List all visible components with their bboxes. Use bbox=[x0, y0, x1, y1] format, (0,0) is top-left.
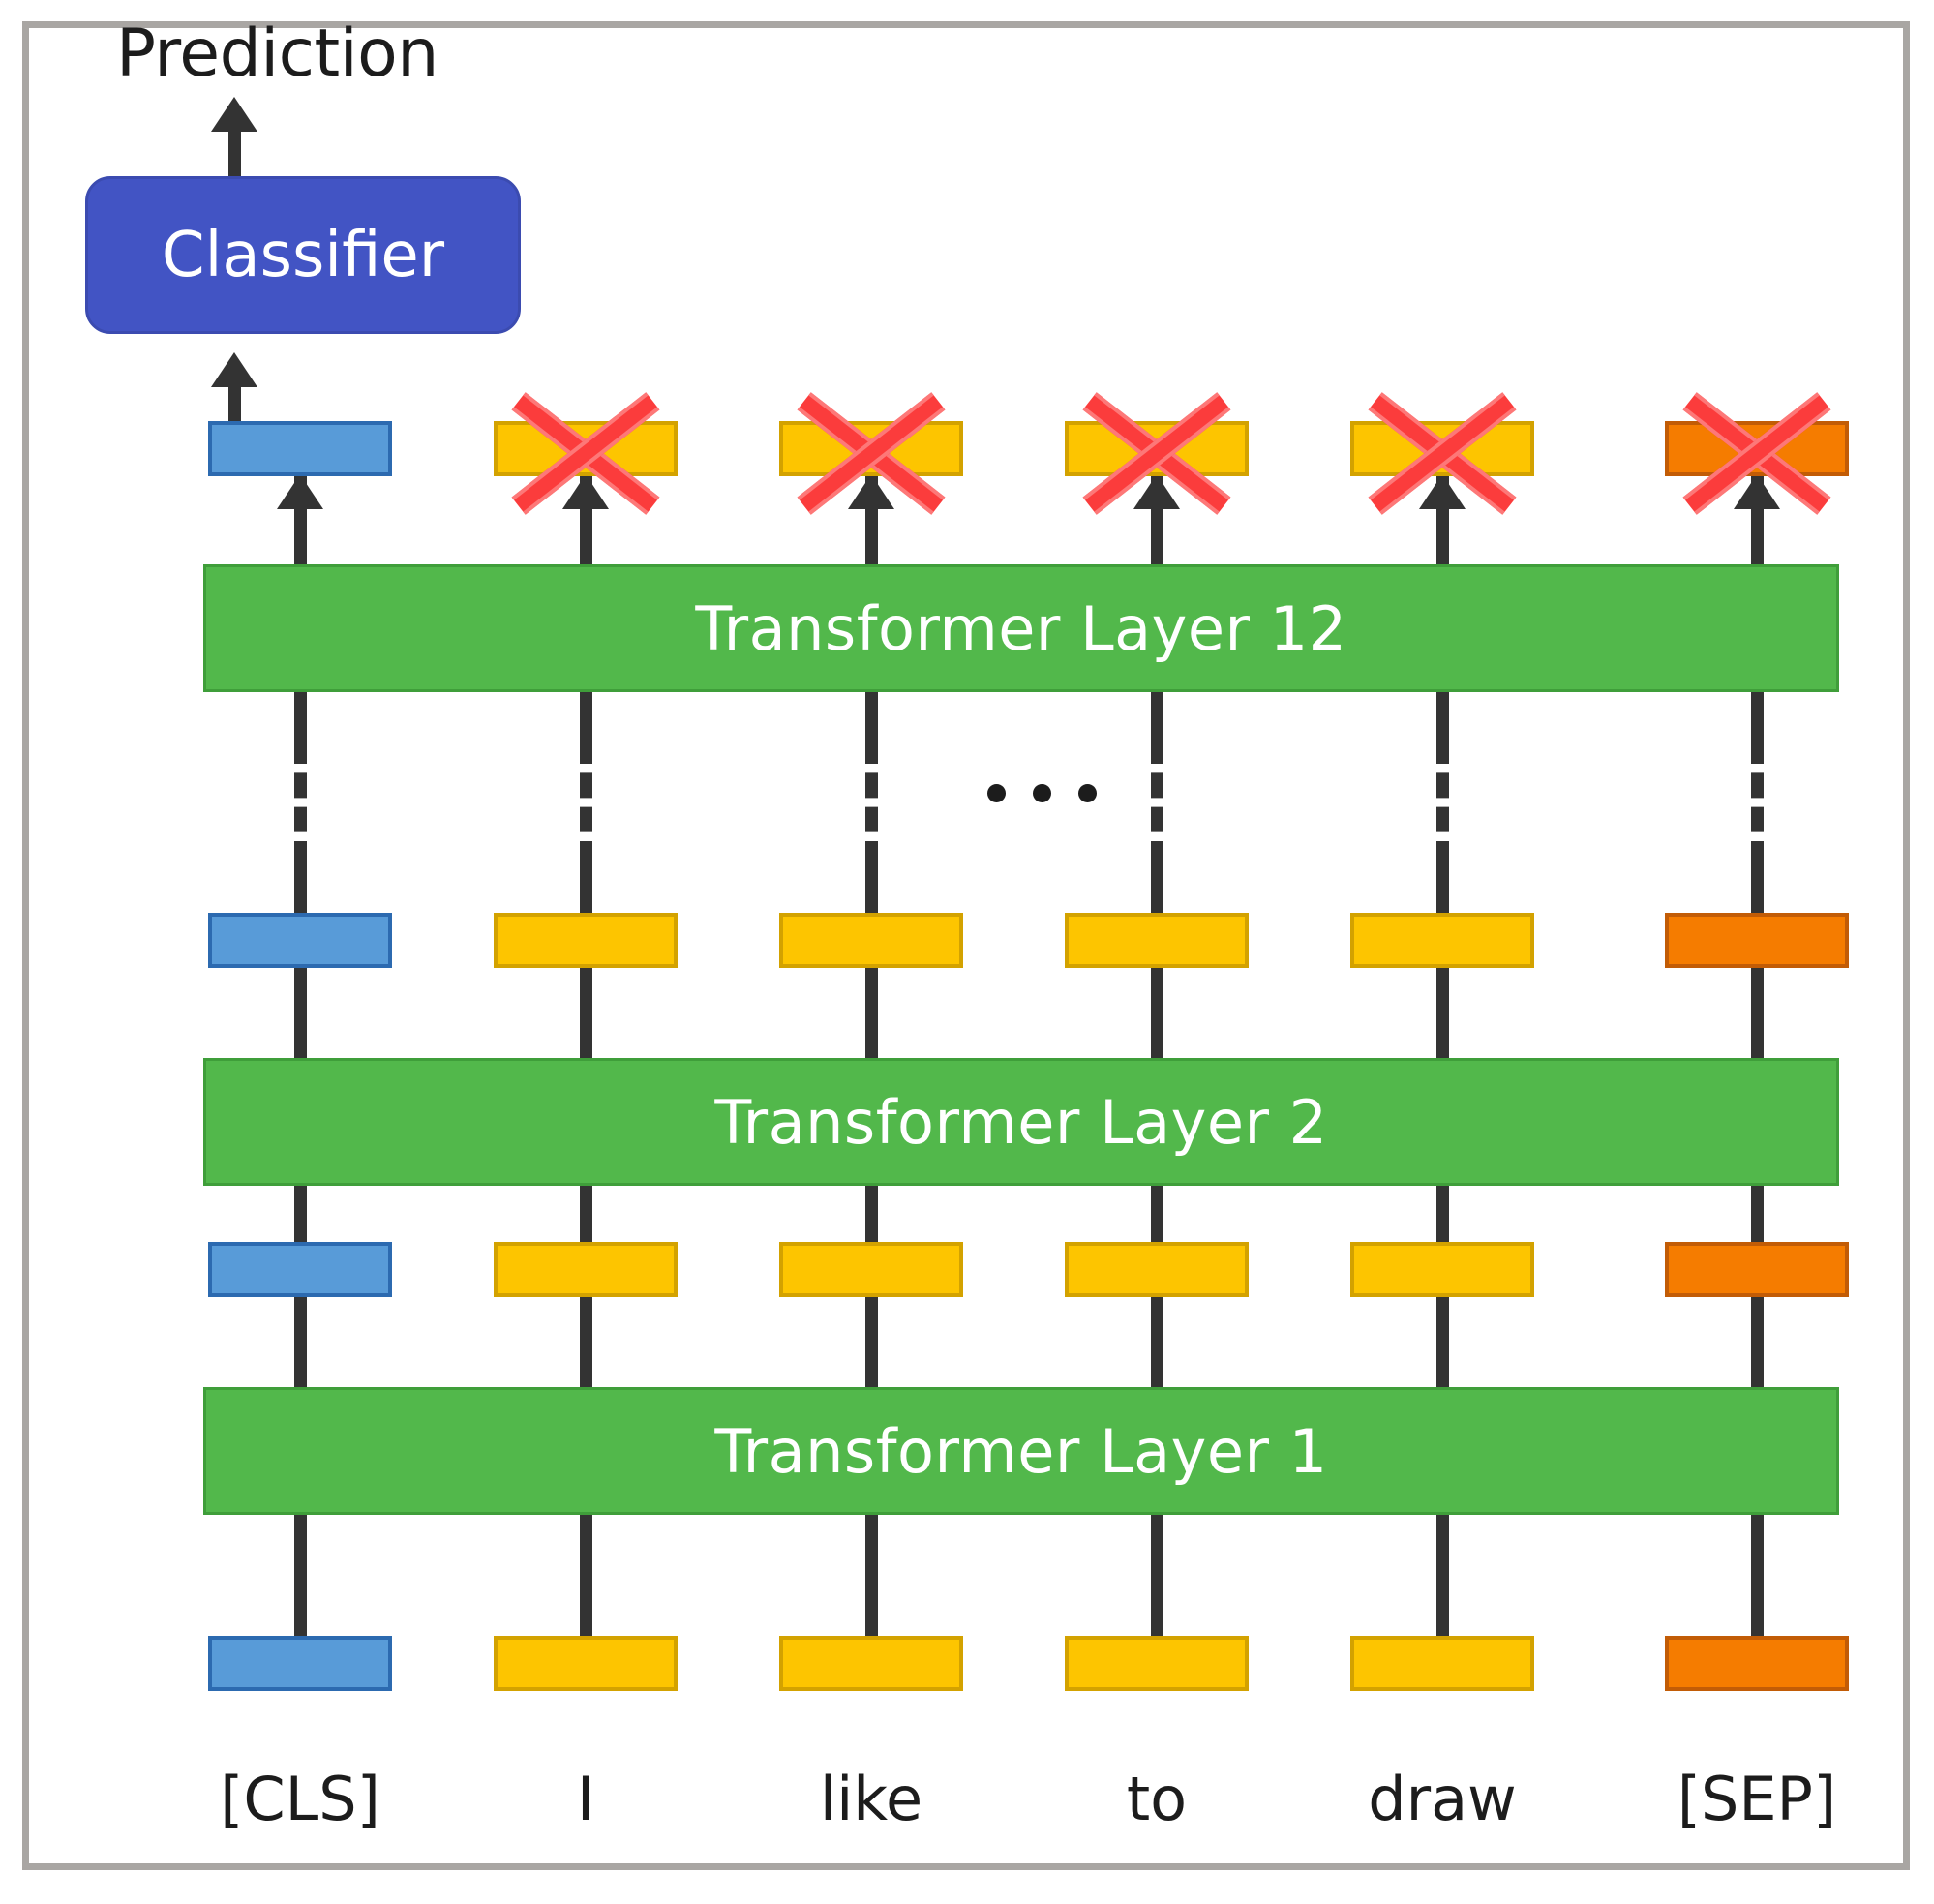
layer12-output-arrow-head-sep bbox=[1734, 474, 1780, 509]
token-hidden-l2-box-to[interactable] bbox=[1065, 913, 1249, 968]
connector-layer12-solid-stub-like bbox=[865, 692, 878, 739]
connector-row-low-to-layer1-cls bbox=[294, 1297, 307, 1387]
token-embedding-box-sep[interactable] bbox=[1665, 1636, 1849, 1691]
token-hidden-l1-box-draw[interactable] bbox=[1350, 1242, 1534, 1297]
figure-canvas: Prediction Classifier [CLS] Ilike to draw [S… bbox=[0, 0, 1934, 1904]
transformer-layer-12-label: Transformer Layer 12 bbox=[695, 592, 1347, 664]
layer12-output-arrow-head-like bbox=[848, 474, 894, 509]
transformer-layer-1-label: Transformer Layer 1 bbox=[714, 1415, 1328, 1487]
connector-row-mid-solid-stub-cls bbox=[294, 866, 307, 913]
prediction-arrow-head bbox=[211, 97, 257, 132]
connector-layer1-to-embedding-i bbox=[580, 1515, 592, 1636]
token-embedding-box-like[interactable] bbox=[779, 1636, 963, 1691]
connector-row-low-to-layer1-to bbox=[1151, 1297, 1163, 1387]
connector-row-mid-solid-stub-sep bbox=[1751, 866, 1764, 913]
prediction-arrow-shaft bbox=[228, 128, 241, 180]
connector-row-mid-to-layer2-cls bbox=[294, 968, 307, 1058]
connector-layer1-to-embedding-like bbox=[865, 1515, 878, 1636]
connector-row-mid-to-layer2-draw bbox=[1436, 968, 1449, 1058]
token-hidden-l1-box-i[interactable] bbox=[494, 1242, 678, 1297]
connector-row-mid-to-layer2-i bbox=[580, 968, 592, 1058]
connector-dashed-layers-i bbox=[580, 739, 592, 866]
vertical-ellipsis bbox=[987, 784, 1097, 802]
connector-row-mid-solid-stub-draw bbox=[1436, 866, 1449, 913]
connector-row-mid-solid-stub-i bbox=[580, 866, 592, 913]
transformer-layer-2-label: Transformer Layer 2 bbox=[714, 1086, 1328, 1158]
token-label-draw: draw bbox=[1368, 1764, 1517, 1834]
connector-row-mid-to-layer2-like bbox=[865, 968, 878, 1058]
connector-layer12-solid-stub-draw bbox=[1436, 692, 1449, 739]
connector-layer12-solid-stub-to bbox=[1151, 692, 1163, 739]
token-label-i: I bbox=[576, 1764, 595, 1834]
ellipsis-dot bbox=[987, 784, 1006, 802]
classifier-input-arrow-head bbox=[211, 352, 257, 387]
connector-dashed-layers-to bbox=[1151, 739, 1163, 866]
token-output-box-sep[interactable] bbox=[1665, 421, 1849, 476]
token-embedding-box-cls[interactable] bbox=[208, 1636, 392, 1691]
transformer-layer-2[interactable]: Transformer Layer 2 bbox=[203, 1058, 1839, 1186]
token-hidden-l2-box-sep[interactable] bbox=[1665, 913, 1849, 968]
token-hidden-l1-box-like[interactable] bbox=[779, 1242, 963, 1297]
transformer-layer-12[interactable]: Transformer Layer 12 bbox=[203, 564, 1839, 692]
connector-layer1-to-embedding-sep bbox=[1751, 1515, 1764, 1636]
connector-row-mid-to-layer2-sep bbox=[1751, 968, 1764, 1058]
token-label-sep: [SEP] bbox=[1677, 1764, 1837, 1834]
connector-row-low-to-layer1-draw bbox=[1436, 1297, 1449, 1387]
connector-row-low-to-layer1-i bbox=[580, 1297, 592, 1387]
token-hidden-l1-box-to[interactable] bbox=[1065, 1242, 1249, 1297]
connector-layer12-solid-stub-i bbox=[580, 692, 592, 739]
connector-layer2-to-row-low-like bbox=[865, 1186, 878, 1242]
token-embedding-box-draw[interactable] bbox=[1350, 1636, 1534, 1691]
connector-layer2-to-row-low-cls bbox=[294, 1186, 307, 1242]
token-hidden-l2-box-like[interactable] bbox=[779, 913, 963, 968]
ellipsis-dot bbox=[1033, 784, 1051, 802]
connector-row-low-to-layer1-like bbox=[865, 1297, 878, 1387]
token-output-box-cls[interactable] bbox=[208, 421, 392, 476]
token-label-to: to bbox=[1126, 1764, 1188, 1834]
connector-layer1-to-embedding-draw bbox=[1436, 1515, 1449, 1636]
token-embedding-box-to[interactable] bbox=[1065, 1636, 1249, 1691]
layer12-output-arrow-head-cls bbox=[277, 474, 323, 509]
layer12-output-arrow-head-i bbox=[562, 474, 609, 509]
connector-dashed-layers-like bbox=[865, 739, 878, 866]
layer12-output-arrow-head-draw bbox=[1419, 474, 1466, 509]
ellipsis-dot bbox=[1078, 784, 1097, 802]
token-embedding-box-i[interactable] bbox=[494, 1636, 678, 1691]
connector-layer2-to-row-low-sep bbox=[1751, 1186, 1764, 1242]
connector-layer12-solid-stub-cls bbox=[294, 692, 307, 739]
connector-layer12-solid-stub-sep bbox=[1751, 692, 1764, 739]
connector-layer2-to-row-low-to bbox=[1151, 1186, 1163, 1242]
connector-row-low-to-layer1-sep bbox=[1751, 1297, 1764, 1387]
connector-row-mid-to-layer2-to bbox=[1151, 968, 1163, 1058]
connector-layer1-to-embedding-cls bbox=[294, 1515, 307, 1636]
classifier-block[interactable]: Classifier bbox=[85, 176, 521, 334]
token-output-box-draw[interactable] bbox=[1350, 421, 1534, 476]
connector-dashed-layers-cls bbox=[294, 739, 307, 866]
token-label-like: like bbox=[819, 1764, 923, 1834]
token-hidden-l1-box-cls[interactable] bbox=[208, 1242, 392, 1297]
token-hidden-l2-box-i[interactable] bbox=[494, 913, 678, 968]
layer12-output-arrow-head-to bbox=[1133, 474, 1180, 509]
classifier-label: Classifier bbox=[161, 219, 445, 291]
connector-dashed-layers-draw bbox=[1436, 739, 1449, 866]
token-label-cls: [CLS] bbox=[220, 1764, 380, 1834]
token-hidden-l1-box-sep[interactable] bbox=[1665, 1242, 1849, 1297]
token-output-box-i[interactable] bbox=[494, 421, 678, 476]
token-output-box-to[interactable] bbox=[1065, 421, 1249, 476]
connector-layer1-to-embedding-to bbox=[1151, 1515, 1163, 1636]
connector-layer2-to-row-low-draw bbox=[1436, 1186, 1449, 1242]
connector-layer2-to-row-low-i bbox=[580, 1186, 592, 1242]
connector-row-mid-solid-stub-like bbox=[865, 866, 878, 913]
prediction-label: Prediction bbox=[116, 15, 438, 92]
token-hidden-l2-box-draw[interactable] bbox=[1350, 913, 1534, 968]
transformer-layer-1[interactable]: Transformer Layer 1 bbox=[203, 1387, 1839, 1515]
connector-row-mid-solid-stub-to bbox=[1151, 866, 1163, 913]
token-output-box-like[interactable] bbox=[779, 421, 963, 476]
token-hidden-l2-box-cls[interactable] bbox=[208, 913, 392, 968]
connector-dashed-layers-sep bbox=[1751, 739, 1764, 866]
